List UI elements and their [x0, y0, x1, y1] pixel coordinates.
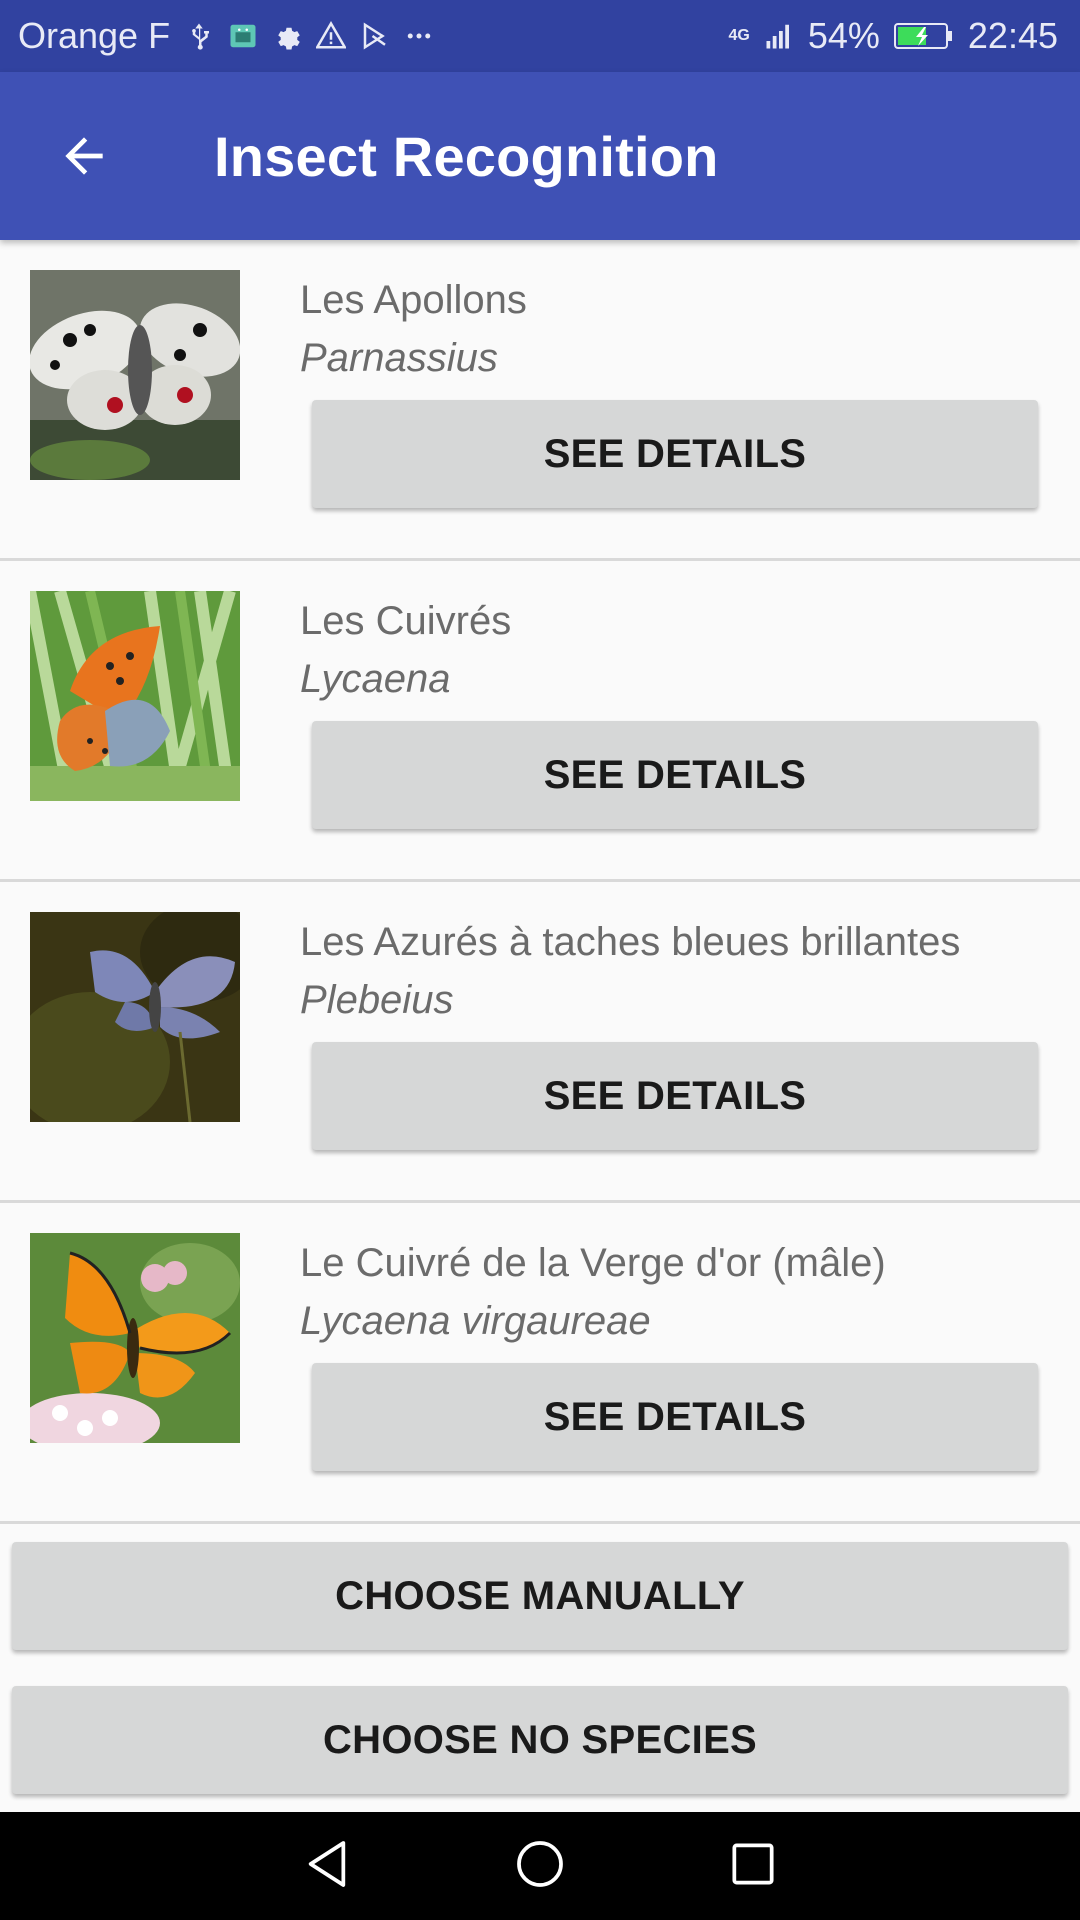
species-common-name: Les Apollons: [300, 278, 527, 322]
recents-square-icon: [732, 1842, 774, 1885]
species-thumbnail: [30, 912, 240, 1122]
species-common-name: Le Cuivré de la Verge d'or (mâle): [300, 1241, 886, 1285]
see-details-button[interactable]: SEE DETAILS: [312, 400, 1038, 508]
results-list: Les Apollons Parnassius SEE DETAILS Les …: [0, 240, 1080, 1524]
see-details-button[interactable]: SEE DETAILS: [312, 1042, 1038, 1150]
status-bar-right: 4G 54% 22:45: [729, 15, 1059, 57]
status-bar-left: Orange F: [18, 15, 434, 57]
list-item: Le Cuivré de la Verge d'or (mâle) Lycaen…: [0, 1203, 1080, 1524]
species-thumbnail: [30, 591, 240, 801]
species-common-name: Les Azurés à taches bleues brillantes: [300, 920, 961, 964]
species-latin-name: Lycaena virgaureae: [300, 1299, 651, 1343]
battery-percent: 54%: [807, 15, 880, 56]
choose-no-species-button[interactable]: CHOOSE NO SPECIES: [12, 1686, 1068, 1794]
list-item: Les Azurés à taches bleues brillantes Pl…: [0, 882, 1080, 1203]
system-nav-bar: [0, 1812, 1080, 1920]
app-bar: Insect Recognition: [0, 72, 1080, 240]
warning-icon: [316, 21, 347, 51]
status-bar: Orange F 4G 54% 22:45: [0, 0, 1080, 72]
back-triangle-icon: [308, 1840, 345, 1887]
android-debug-icon: [228, 21, 258, 51]
see-details-button[interactable]: SEE DETAILS: [312, 1363, 1038, 1471]
species-thumbnail: [30, 1233, 240, 1443]
page-title: Insect Recognition: [214, 124, 719, 188]
nav-recents-button[interactable]: [725, 1836, 781, 1897]
settings-icon: [272, 21, 302, 51]
back-button[interactable]: [44, 116, 124, 196]
home-circle-icon: [517, 1840, 563, 1887]
see-details-button[interactable]: SEE DETAILS: [312, 721, 1038, 829]
species-common-name: Les Cuivrés: [300, 599, 512, 643]
signal-icon: [764, 21, 794, 51]
species-latin-name: Parnassius: [300, 336, 498, 380]
list-item: Les Apollons Parnassius SEE DETAILS: [0, 240, 1080, 561]
play-store-icon: [360, 21, 390, 51]
nav-home-button[interactable]: [512, 1836, 568, 1897]
choose-manually-button[interactable]: CHOOSE MANUALLY: [12, 1542, 1068, 1650]
species-thumbnail: [30, 270, 240, 480]
arrow-back-icon: [65, 137, 103, 175]
nav-back-button[interactable]: [299, 1836, 355, 1897]
usb-icon: [184, 21, 214, 51]
carrier-label: Orange F: [18, 15, 171, 56]
species-latin-name: Plebeius: [300, 978, 454, 1022]
clock: 22:45: [967, 15, 1058, 56]
list-item: Les Cuivrés Lycaena SEE DETAILS: [0, 561, 1080, 882]
species-latin-name: Lycaena: [300, 657, 451, 701]
battery-charging-icon: [893, 21, 954, 51]
network-type-label: 4G: [728, 27, 750, 44]
more-dots-icon: [404, 21, 434, 51]
